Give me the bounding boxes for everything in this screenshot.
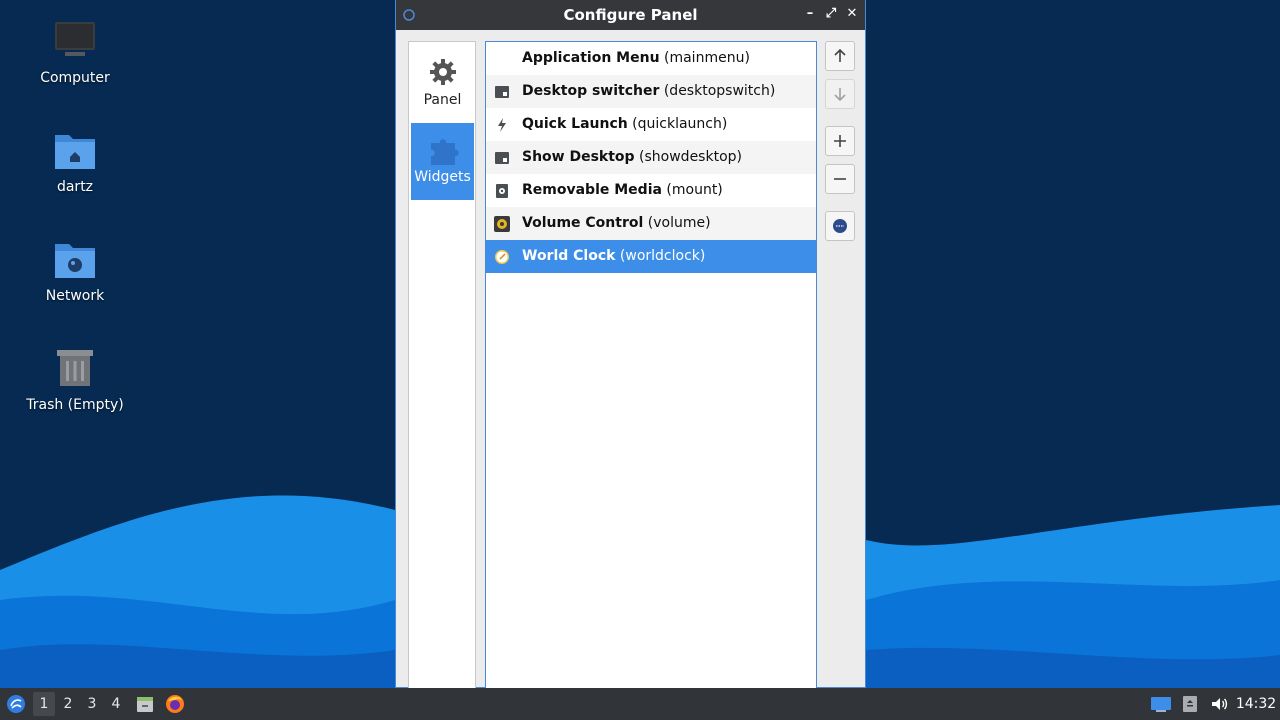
widget-id: (desktopswitch) — [663, 83, 776, 99]
taskbar: 1 2 3 4 14:32 — [0, 688, 1280, 720]
show-desktop-tray[interactable] — [1148, 688, 1174, 720]
widget-name: Removable Media — [522, 182, 662, 198]
configure-widget-button[interactable] — [825, 211, 855, 241]
gear-icon — [427, 56, 459, 88]
clock-icon — [494, 249, 510, 265]
show-desktop-icon — [494, 150, 510, 166]
sidebar: Panel Widgets — [408, 41, 476, 688]
firefox-icon — [166, 695, 184, 713]
sidebar-item-label: Panel — [423, 92, 462, 108]
widget-id: (quicklaunch) — [632, 116, 728, 132]
desktop-icon-home[interactable]: dartz — [15, 127, 135, 195]
sidebar-item-label: Widgets — [414, 169, 471, 185]
workspace-4[interactable]: 4 — [105, 688, 127, 720]
widget-id: (showdesktop) — [639, 149, 742, 165]
widget-id: (worldclock) — [619, 248, 706, 264]
list-item[interactable]: Application Menu (mainmenu) — [486, 42, 816, 75]
widget-name: Quick Launch — [522, 116, 628, 132]
close-button[interactable]: ✕ — [843, 5, 861, 23]
move-down-button[interactable] — [825, 79, 855, 109]
widget-name: Desktop switcher — [522, 83, 660, 99]
widget-id: (volume) — [647, 215, 711, 231]
start-menu-button[interactable] — [2, 688, 30, 720]
add-widget-button[interactable] — [825, 126, 855, 156]
remove-widget-button[interactable] — [825, 164, 855, 194]
window-titlebar[interactable]: Configure Panel – ⤢ ✕ — [396, 0, 865, 30]
desktop-tray-icon — [1151, 697, 1171, 712]
taskbar-clock[interactable]: 14:32 — [1235, 688, 1277, 720]
minus-icon — [834, 178, 846, 180]
list-item[interactable]: Volume Control (volume) — [486, 207, 816, 240]
widget-list[interactable]: Application Menu (mainmenu) Desktop swit… — [485, 41, 817, 688]
network-folder-icon — [51, 236, 99, 284]
configure-panel-window: Configure Panel – ⤢ ✕ Panel Widgets Appl… — [395, 0, 866, 688]
list-item[interactable]: Desktop switcher (desktopswitch) — [486, 75, 816, 108]
lubuntu-logo-icon — [7, 695, 25, 713]
drive-tray-icon — [1183, 696, 1197, 712]
computer-icon — [51, 18, 99, 66]
desktop-icon-computer[interactable]: Computer — [15, 18, 135, 86]
widget-name: World Clock — [522, 248, 616, 264]
widget-name: Volume Control — [522, 215, 644, 231]
desktop-switch-icon — [494, 84, 510, 100]
widget-name: Application Menu — [522, 50, 660, 66]
workspace-1[interactable]: 1 — [33, 692, 55, 716]
puzzle-icon — [427, 133, 459, 165]
list-item[interactable]: Removable Media (mount) — [486, 174, 816, 207]
desktop-icon-trash[interactable]: Trash (Empty) — [15, 345, 135, 413]
preferences-icon — [833, 219, 847, 233]
sidebar-item-widgets[interactable]: Widgets — [411, 123, 474, 200]
desktop-icon-label: Network — [45, 288, 105, 304]
window-title: Configure Panel — [563, 6, 698, 24]
firefox-launcher[interactable] — [162, 688, 188, 720]
widget-id: (mount) — [666, 182, 723, 198]
file-manager-launcher[interactable] — [132, 688, 158, 720]
list-item[interactable]: Quick Launch (quicklaunch) — [486, 108, 816, 141]
list-item[interactable]: Show Desktop (showdesktop) — [486, 141, 816, 174]
widget-id: (mainmenu) — [664, 50, 750, 66]
desktop-icon-label: dartz — [56, 179, 94, 195]
workspace-3[interactable]: 3 — [81, 688, 103, 720]
arrow-down-icon — [834, 88, 846, 101]
workspace-2[interactable]: 2 — [57, 688, 79, 720]
volume-icon — [1212, 698, 1228, 710]
volume-tray[interactable] — [1207, 688, 1231, 720]
plus-icon — [834, 135, 846, 147]
trash-icon — [51, 345, 99, 393]
desktop-icon-label: Computer — [40, 70, 110, 86]
maximize-button[interactable]: ⤢ — [822, 5, 840, 23]
lightning-icon — [494, 117, 510, 133]
home-folder-icon — [51, 127, 99, 175]
sidebar-item-panel[interactable]: Panel — [411, 46, 474, 120]
list-item-selected[interactable]: World Clock (worldclock) — [486, 240, 816, 273]
drive-icon — [494, 183, 510, 199]
arrow-up-icon — [834, 49, 846, 62]
move-up-button[interactable] — [825, 41, 855, 71]
widget-name: Show Desktop — [522, 149, 635, 165]
desktop-icon-network[interactable]: Network — [15, 236, 135, 304]
file-cabinet-icon — [137, 697, 153, 712]
speaker-icon — [494, 216, 510, 232]
minimize-button[interactable]: – — [801, 5, 819, 23]
desktop-icon-label: Trash (Empty) — [26, 397, 124, 413]
removable-media-tray[interactable] — [1178, 688, 1202, 720]
